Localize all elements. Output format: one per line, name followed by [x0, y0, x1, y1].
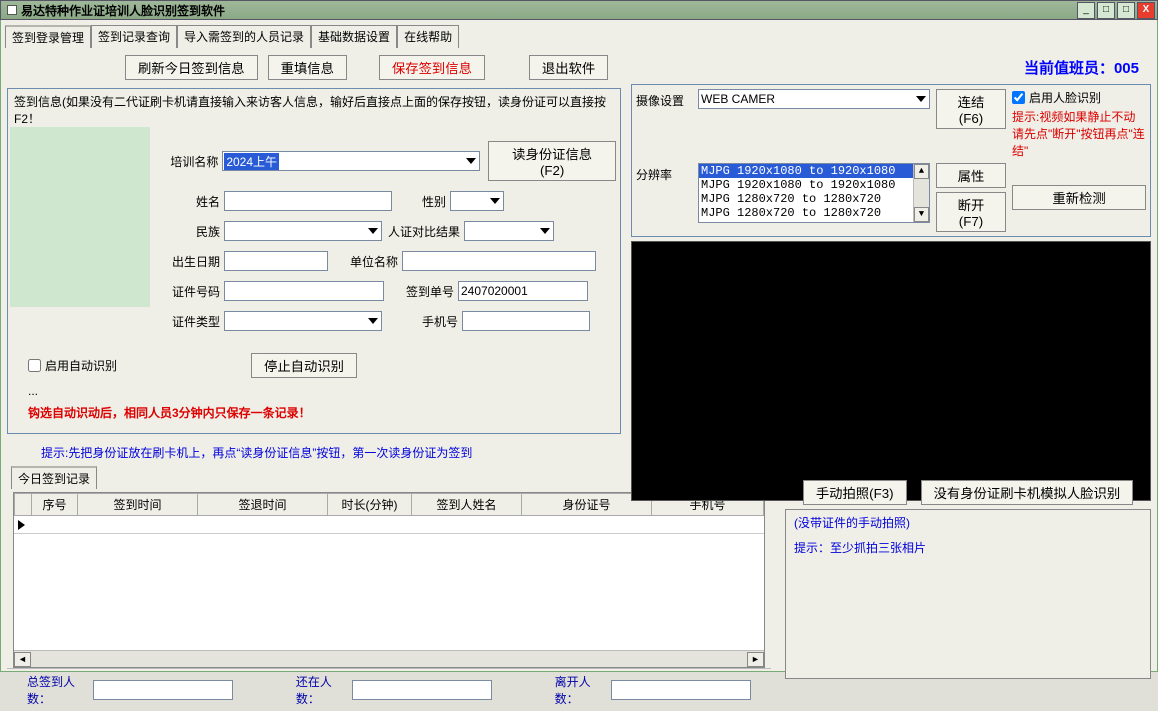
- label-total: 总签到人数：: [27, 673, 87, 707]
- scroll-right-icon[interactable]: ►: [747, 652, 764, 667]
- tab-today-records[interactable]: 今日签到记录: [11, 466, 97, 489]
- still-input[interactable]: [352, 680, 492, 700]
- tab-import[interactable]: 导入需签到的人员记录: [177, 25, 311, 48]
- props-button[interactable]: 属性: [936, 163, 1006, 188]
- min3-text: 提示：至少抓拍三张相片: [794, 539, 1142, 556]
- total-input[interactable]: [93, 680, 233, 700]
- left-input[interactable]: [611, 680, 751, 700]
- scroll-down-icon[interactable]: ▼: [914, 207, 929, 222]
- camera-video: [631, 241, 1151, 501]
- label-id-type: 证件类型: [156, 313, 220, 330]
- label-phone: 手机号: [382, 313, 458, 330]
- cam-tip: 提示:视频如果静止不动请先点"断开"按钮再点"连结": [1012, 108, 1146, 159]
- gender-select[interactable]: [450, 191, 504, 211]
- read-id-button[interactable]: 读身份证信息(F2): [488, 141, 616, 181]
- horizontal-scrollbar[interactable]: ◄ ►: [14, 650, 764, 667]
- training-value: 2024上午: [224, 153, 279, 170]
- org-input[interactable]: [402, 251, 596, 271]
- label-id-no: 证件号码: [156, 283, 220, 300]
- label-gender: 性别: [392, 193, 446, 210]
- save-button[interactable]: 保存签到信息: [379, 55, 485, 80]
- enable-face-checkbox[interactable]: 启用人脸识别: [1012, 89, 1146, 106]
- face-result-select[interactable]: [464, 221, 554, 241]
- maximize-button[interactable]: □: [1117, 2, 1135, 19]
- stop-auto-button[interactable]: 停止自动识别: [251, 353, 357, 378]
- minimize-button[interactable]: _: [1077, 2, 1095, 19]
- table-body[interactable]: [14, 534, 764, 650]
- tab-basic-data[interactable]: 基础数据设置: [311, 25, 397, 48]
- redetect-button[interactable]: 重新检测: [1012, 185, 1146, 210]
- label-cam-device: 摄像设置: [636, 89, 692, 109]
- label-ethnic: 民族: [156, 223, 220, 240]
- auto-recog-checkbox[interactable]: 启用自动识别: [28, 357, 117, 374]
- nocard-manual-text: (没带证件的手动拍照): [794, 514, 1142, 531]
- scroll-up-icon[interactable]: ▲: [914, 164, 929, 179]
- tab-help[interactable]: 在线帮助: [397, 25, 459, 48]
- warn-text: 钩选自动识动后，相同人员3分钟内只保存一条记录！: [28, 404, 600, 421]
- tab-signin-manage[interactable]: 签到登录管理: [5, 25, 91, 48]
- close-button[interactable]: X: [1137, 2, 1155, 19]
- simulate-face-button[interactable]: 没有身份证刷卡机模拟人脸识别: [921, 480, 1134, 505]
- form-hint-top: 签到信息(如果没有二代证刷卡机请直接输入来访客人信息，输好后直接点上面的保存按钮…: [8, 89, 620, 127]
- label-org: 单位名称: [328, 253, 398, 270]
- manual-photo-button[interactable]: 手动拍照(F3): [803, 480, 907, 505]
- main-tabs: 签到登录管理 签到记录查询 导入需签到的人员记录 基础数据设置 在线帮助: [5, 24, 1153, 47]
- disconnect-button[interactable]: 断开(F7): [936, 192, 1006, 232]
- camera-device-select[interactable]: WEB CAMER: [698, 89, 930, 109]
- label-still: 还在人数：: [296, 673, 346, 707]
- label-face-result: 人证对比结果: [388, 223, 460, 240]
- table-row[interactable]: [14, 516, 764, 534]
- window-title: 易达特种作业证培训人脸识别签到软件: [21, 2, 225, 19]
- dob-input[interactable]: [224, 251, 328, 271]
- label-name: 姓名: [156, 193, 220, 210]
- label-sign-no: 签到单号: [384, 283, 454, 300]
- label-left: 离开人数：: [555, 673, 605, 707]
- photo-preview: [10, 127, 150, 307]
- tab-signin-query[interactable]: 签到记录查询: [91, 25, 177, 48]
- restore-button[interactable]: □: [1097, 2, 1115, 19]
- phone-input[interactable]: [462, 311, 590, 331]
- idno-input[interactable]: [224, 281, 384, 301]
- resolution-listbox[interactable]: MJPG 1920x1080 to 1920x1080 MJPG 1920x10…: [698, 163, 930, 223]
- label-cam-res: 分辨率: [636, 163, 692, 183]
- label-training: 培训名称: [156, 153, 218, 170]
- duty-label: 当前值班员：005: [1024, 57, 1149, 78]
- refill-button[interactable]: 重填信息: [268, 55, 347, 80]
- refresh-button[interactable]: 刷新今日签到信息: [125, 55, 258, 80]
- label-dob: 出生日期: [156, 253, 220, 270]
- dots: ...: [28, 384, 600, 398]
- app-icon: [7, 5, 17, 15]
- row-cursor-icon: [18, 520, 25, 530]
- exit-button[interactable]: 退出软件: [529, 55, 608, 80]
- signno-input[interactable]: [458, 281, 588, 301]
- connect-button[interactable]: 连结(F6): [936, 89, 1006, 129]
- idtype-select[interactable]: [224, 311, 382, 331]
- name-input[interactable]: [224, 191, 392, 211]
- scroll-left-icon[interactable]: ◄: [14, 652, 31, 667]
- ethnic-select[interactable]: [224, 221, 382, 241]
